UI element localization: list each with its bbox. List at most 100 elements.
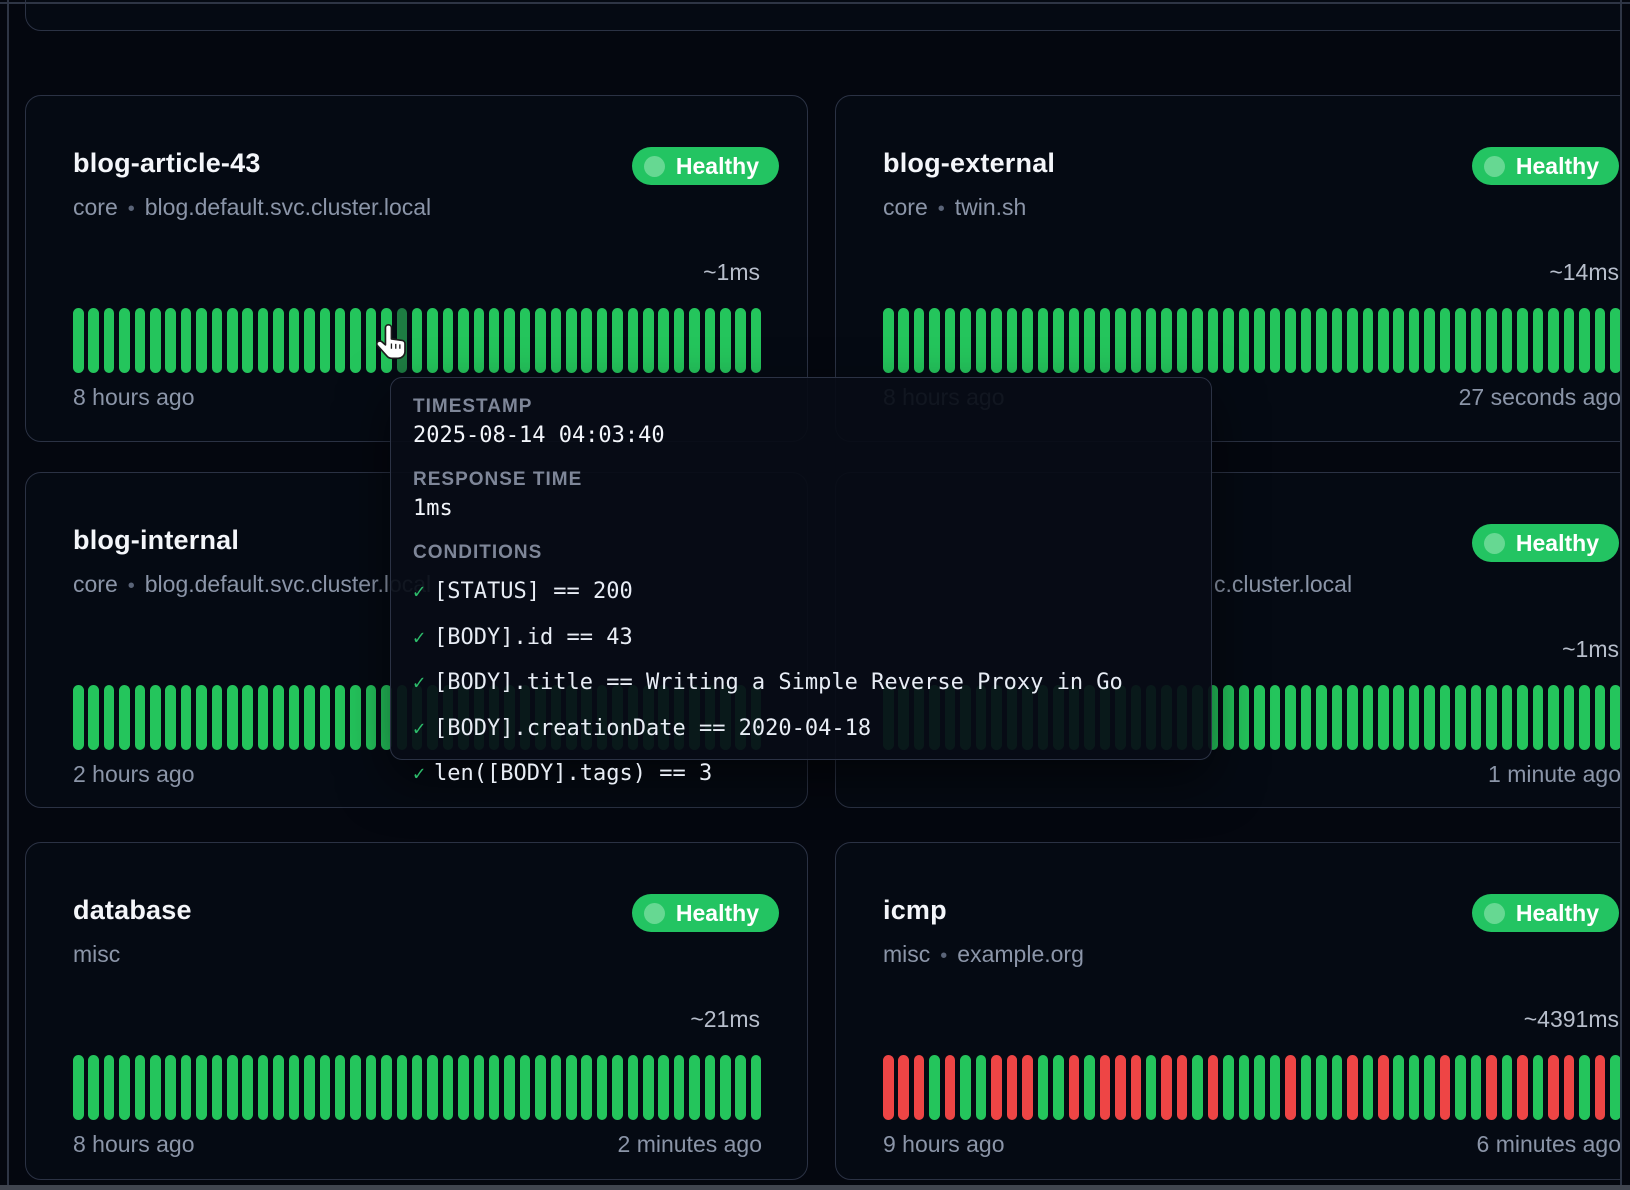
uptime-bar-down[interactable] (1022, 1055, 1033, 1120)
uptime-bar-up[interactable] (212, 308, 223, 373)
uptime-bar-down[interactable] (1100, 1055, 1111, 1120)
uptime-bar-up[interactable] (88, 308, 99, 373)
uptime-bar-up[interactable] (628, 1055, 639, 1120)
uptime-bar-up[interactable] (976, 308, 987, 373)
uptime-bar-up[interactable] (1347, 685, 1358, 750)
uptime-bar-up[interactable] (1131, 308, 1142, 373)
uptime-bar-down[interactable] (883, 1055, 894, 1120)
uptime-bar-up[interactable] (458, 308, 469, 373)
uptime-bar-up[interactable] (1239, 685, 1250, 750)
uptime-bar-up[interactable] (227, 1055, 238, 1120)
uptime-bar-up[interactable] (335, 1055, 346, 1120)
uptime-bar-up[interactable] (1301, 1055, 1312, 1120)
uptime-bar-up[interactable] (1579, 308, 1590, 373)
uptime-bar-up[interactable] (1161, 308, 1172, 373)
uptime-bar-up[interactable] (1486, 685, 1497, 750)
uptime-bar-up[interactable] (119, 685, 130, 750)
uptime-bar-up[interactable] (1455, 308, 1466, 373)
uptime-bar-up[interactable] (535, 1055, 546, 1120)
uptime-bar-up[interactable] (227, 685, 238, 750)
uptime-bar-up[interactable] (1223, 308, 1234, 373)
uptime-bar-up[interactable] (1455, 685, 1466, 750)
uptime-bar-up[interactable] (1285, 308, 1296, 373)
uptime-bar-up[interactable] (1239, 1055, 1250, 1120)
uptime-bar-up[interactable] (304, 308, 315, 373)
uptime-bar-up[interactable] (1486, 308, 1497, 373)
uptime-bar-up[interactable] (674, 1055, 685, 1120)
uptime-bar-up[interactable] (1409, 308, 1420, 373)
uptime-bar-up[interactable] (1502, 685, 1513, 750)
uptime-bar-up[interactable] (1363, 1055, 1374, 1120)
uptime-bar-up[interactable] (1223, 1055, 1234, 1120)
uptime-bar-up[interactable] (1316, 308, 1327, 373)
uptime-bar-up[interactable] (258, 1055, 269, 1120)
uptime-bar-up[interactable] (196, 685, 207, 750)
uptime-bar-up[interactable] (1038, 1055, 1049, 1120)
uptime-bar-up[interactable] (705, 1055, 716, 1120)
uptime-bar-up[interactable] (289, 685, 300, 750)
uptime-bar-down[interactable] (1115, 1055, 1126, 1120)
uptime-bar-up[interactable] (1301, 308, 1312, 373)
uptime-bar-up[interactable] (1363, 685, 1374, 750)
uptime-bar-up[interactable] (165, 1055, 176, 1120)
uptime-bar-up[interactable] (1471, 308, 1482, 373)
uptime-bar-up[interactable] (1192, 308, 1203, 373)
uptime-bar-up[interactable] (273, 685, 284, 750)
uptime-bar-up[interactable] (88, 685, 99, 750)
uptime-bar-up[interactable] (929, 308, 940, 373)
uptime-bar-up[interactable] (1424, 685, 1435, 750)
card-icmp[interactable]: icmp misc•example.org Healthy ~4391ms 9 … (835, 842, 1621, 1180)
uptime-bar-up[interactable] (350, 685, 361, 750)
uptime-bar-up[interactable] (520, 1055, 531, 1120)
uptime-bar-up[interactable] (720, 1055, 731, 1120)
uptime-bar-up[interactable] (1363, 308, 1374, 373)
uptime-bar-up[interactable] (551, 1055, 562, 1120)
uptime-bar-up[interactable] (1595, 685, 1606, 750)
uptime-bar-up[interactable] (643, 308, 654, 373)
uptime-bar-up[interactable] (1610, 685, 1621, 750)
uptime-bar-up[interactable] (304, 1055, 315, 1120)
uptime-bar-up[interactable] (929, 1055, 940, 1120)
uptime-bar-up[interactable] (976, 1055, 987, 1120)
uptime-bar-up[interactable] (489, 308, 500, 373)
uptime-bar-down[interactable] (1548, 1055, 1559, 1120)
uptime-bar-up[interactable] (1316, 1055, 1327, 1120)
uptime-bar-up[interactable] (1239, 308, 1250, 373)
uptime-bar-down[interactable] (898, 1055, 909, 1120)
uptime-bar-up[interactable] (1517, 685, 1528, 750)
uptime-bar-up[interactable] (73, 685, 84, 750)
uptime-bar-down[interactable] (1347, 1055, 1358, 1120)
uptime-bar-up[interactable] (1177, 308, 1188, 373)
uptime-bar-up[interactable] (443, 1055, 454, 1120)
uptime-bar-up[interactable] (1564, 685, 1575, 750)
uptime-bar-up[interactable] (1347, 308, 1358, 373)
uptime-bar-up[interactable] (1332, 1055, 1343, 1120)
uptime-bar-up[interactable] (1610, 1055, 1621, 1120)
uptime-bar-up[interactable] (991, 308, 1002, 373)
uptime-bar-up[interactable] (258, 685, 269, 750)
uptime-bar-up[interactable] (1393, 308, 1404, 373)
uptime-bar-down[interactable] (1440, 1055, 1451, 1120)
card-database[interactable]: database misc Healthy ~21ms 8 hours ago2… (25, 842, 808, 1180)
uptime-bar-up[interactable] (1022, 308, 1033, 373)
uptime-bar-up[interactable] (242, 1055, 253, 1120)
card-partial-top[interactable] (25, 0, 1621, 31)
uptime-bar-down[interactable] (1007, 1055, 1018, 1120)
uptime-bar-up[interactable] (1548, 308, 1559, 373)
uptime-bar-up[interactable] (1533, 685, 1544, 750)
uptime-bar-up[interactable] (119, 1055, 130, 1120)
uptime-bar-up[interactable] (366, 1055, 377, 1120)
uptime-bar-up[interactable] (1316, 685, 1327, 750)
uptime-bar-up[interactable] (628, 308, 639, 373)
uptime-bar-up[interactable] (689, 1055, 700, 1120)
uptime-bar-up[interactable] (658, 1055, 669, 1120)
uptime-bar-down[interactable] (1285, 1055, 1296, 1120)
uptime-bar-up[interactable] (1285, 685, 1296, 750)
uptime-bar-up[interactable] (1254, 685, 1265, 750)
uptime-bar-up[interactable] (658, 308, 669, 373)
uptime-bar-up[interactable] (1038, 308, 1049, 373)
uptime-bar-up[interactable] (1270, 685, 1281, 750)
uptime-bar-up[interactable] (597, 308, 608, 373)
uptime-bar-up[interactable] (1502, 308, 1513, 373)
uptime-bar-up[interactable] (1254, 1055, 1265, 1120)
